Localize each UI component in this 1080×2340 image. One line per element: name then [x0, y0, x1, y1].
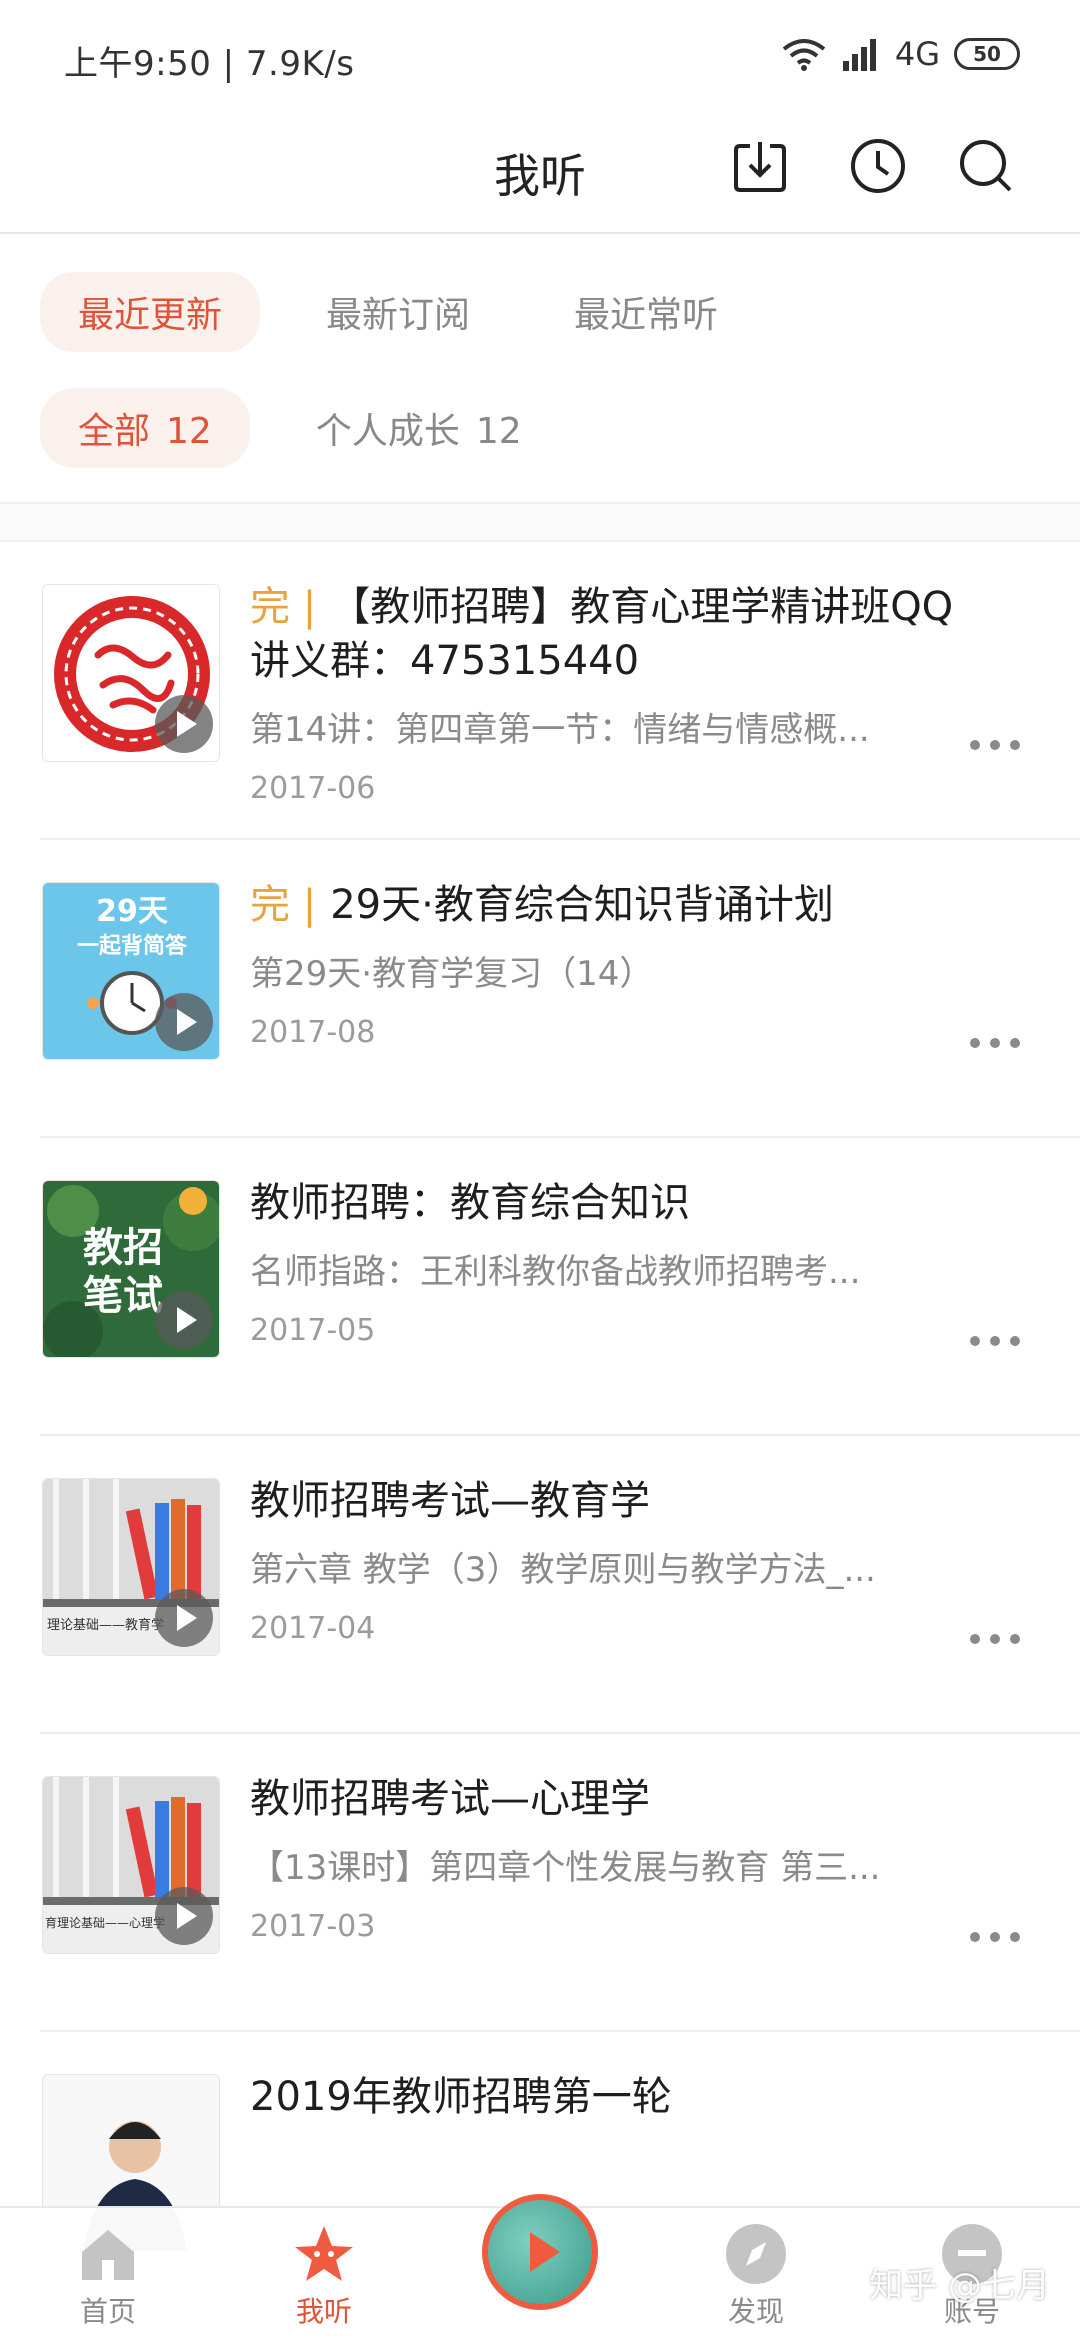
filter-count: 12 [166, 411, 212, 452]
nav-discover[interactable]: 发现 [686, 2222, 826, 2330]
album-title-text: 教师招聘考试—心理学 [250, 1776, 650, 1822]
signal-icon [842, 39, 876, 71]
status-bar: 上午9:50 | 7.9K/s 4G 50 [0, 0, 1080, 110]
update-date: 2017-08 [250, 1015, 376, 1050]
section-divider [0, 502, 1080, 542]
album-title: 教师招聘考试—教育学 [250, 1474, 970, 1528]
update-date: 2017-05 [250, 1313, 376, 1348]
update-date: 2017-03 [250, 1909, 376, 1944]
wifi-icon [782, 39, 826, 71]
album-title: 教师招聘：教育综合知识 [250, 1176, 970, 1230]
cover-text: 教招 [83, 1224, 163, 1271]
sort-tabs: 最近更新 最新订阅 最近常听 [40, 272, 756, 352]
more-options-icon[interactable] [970, 740, 1020, 752]
list-item[interactable]: 理论基础——教育学 教师招聘考试—教育学 第六章 教学（3）教学原则与教学方法_… [40, 1436, 1080, 1734]
album-title: 完 | 29天·教育综合知识背诵计划 [250, 878, 970, 932]
watermark: 知乎 @七月 [869, 2266, 1050, 2306]
latest-episode: 第29天·教育学复习（14） [250, 954, 654, 994]
latest-episode: 第六章 教学（3）教学原则与教学方法_... [250, 1550, 876, 1590]
tab-recent-update[interactable]: 最近更新 [40, 272, 261, 352]
filter-label: 全部 [78, 411, 151, 452]
play-icon[interactable] [155, 1291, 213, 1349]
status-indicators: 4G 50 [781, 34, 1020, 74]
album-title-text: 教师招聘：教育综合知识 [250, 1180, 690, 1226]
list-item[interactable]: 育理论基础——心理学 教师招聘考试—心理学 【13课时】第四章个性发展与教育 第… [40, 1734, 1080, 2032]
album-title: 完 | 【教师招聘】教育心理学精讲班QQ讲义群：475315440 [250, 580, 970, 688]
nav-label: 首页 [79, 2295, 136, 2328]
album-cover [42, 584, 220, 762]
finished-badge: 完 | [250, 584, 317, 630]
album-cover: 29天 一起背简答 [42, 882, 220, 1060]
latest-episode: 第14讲：第四章第一节：情绪与情感概... [250, 710, 870, 750]
filter-all[interactable]: 全部 12 [40, 388, 250, 468]
list-item[interactable]: 完 | 【教师招聘】教育心理学精讲班QQ讲义群：475315440 第14讲：第四… [40, 542, 1080, 840]
search-icon[interactable] [956, 136, 1016, 196]
more-options-icon[interactable] [970, 1038, 1020, 1050]
battery-level: 50 [973, 42, 1001, 66]
nav-label: 我听 [295, 2295, 352, 2328]
album-title-text: 29天·教育综合知识背诵计划 [330, 882, 834, 928]
cover-text: 29天 [96, 894, 168, 929]
finished-badge: 完 | [250, 882, 317, 928]
cover-text: 理论基础——教育学 [47, 1617, 164, 1633]
nav-my-listen[interactable]: 我听 [254, 2222, 394, 2330]
album-title-text: 【教师招聘】教育心理学精讲班QQ讲义群：475315440 [250, 584, 954, 684]
update-date: 2017-04 [250, 1611, 376, 1646]
album-title-text: 教师招聘考试—教育学 [250, 1478, 650, 1524]
more-options-icon[interactable] [970, 1634, 1020, 1646]
tab-latest-subscribe[interactable]: 最新订阅 [288, 272, 508, 352]
battery-icon: 50 [954, 38, 1020, 70]
list-item[interactable]: 29天 一起背简答 完 | 29天·教育综合知识背诵计划 第29天·教育学复习（1… [40, 840, 1080, 1138]
home-icon [76, 2222, 140, 2286]
latest-episode: 【13课时】第四章个性发展与教育 第三... [250, 1848, 881, 1888]
cover-text: 育理论基础——心理学 [45, 1915, 165, 1930]
more-options-icon[interactable] [970, 1336, 1020, 1348]
play-icon[interactable] [155, 993, 213, 1051]
album-cover: 育理论基础——心理学 [42, 1776, 220, 1954]
more-options-icon[interactable] [970, 1932, 1020, 1944]
album-title: 2019年教师招聘第一轮 [250, 2070, 970, 2124]
play-icon[interactable] [155, 695, 213, 753]
album-list: 完 | 【教师招聘】教育心理学精讲班QQ讲义群：475315440 第14讲：第四… [0, 542, 1080, 2330]
status-time-speed: 上午9:50 | 7.9K/s [64, 44, 355, 84]
list-item[interactable]: 教招 笔试 教师招聘：教育综合知识 名师指路：王利科教你备战教师招聘考... 2… [40, 1138, 1080, 1436]
nav-home[interactable]: 首页 [38, 2222, 178, 2330]
download-icon[interactable] [730, 136, 790, 196]
update-date: 2017-06 [250, 771, 376, 806]
tab-most-listened[interactable]: 最近常听 [536, 272, 756, 352]
filter-count: 12 [475, 411, 522, 452]
album-title-text: 2019年教师招聘第一轮 [250, 2074, 672, 2120]
cover-text: 一起背简答 [77, 933, 188, 959]
latest-episode: 名师指路：王利科教你备战教师招聘考... [250, 1252, 861, 1292]
album-title: 教师招聘考试—心理学 [250, 1772, 970, 1826]
cover-text: 笔试 [83, 1272, 163, 1319]
now-playing-button[interactable] [482, 2194, 598, 2310]
page-title: 我听 [494, 149, 586, 203]
album-cover: 教招 笔试 [42, 1180, 220, 1358]
star-icon [292, 2222, 356, 2286]
filter-personal-growth[interactable]: 个人成长 12 [278, 388, 560, 468]
nav-label: 发现 [727, 2295, 784, 2328]
network-type: 4G [894, 35, 940, 73]
album-cover: 理论基础——教育学 [42, 1478, 220, 1656]
compass-icon [724, 2222, 788, 2286]
history-clock-icon[interactable] [848, 136, 908, 196]
category-filters: 全部 12 个人成长 12 [40, 388, 560, 468]
play-icon[interactable] [155, 1589, 213, 1647]
play-icon[interactable] [155, 1887, 213, 1945]
filter-label: 个人成长 [315, 411, 460, 452]
app-header: 我听 [0, 110, 1080, 234]
